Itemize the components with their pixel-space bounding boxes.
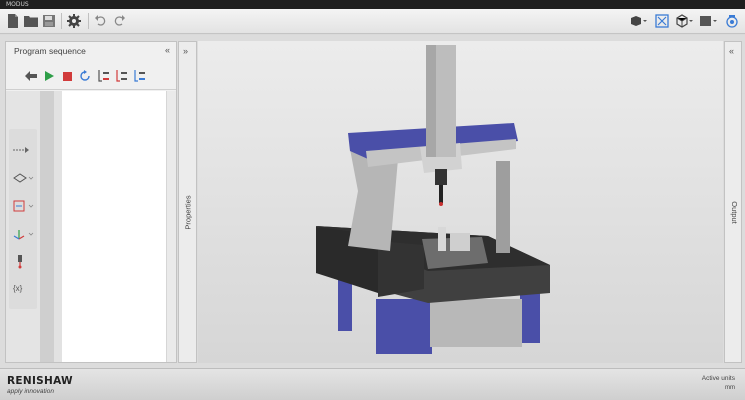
run-play-icon[interactable]: [42, 69, 56, 83]
cmm-machine-model: [316, 45, 550, 354]
output-tab[interactable]: Output: [726, 192, 742, 232]
output-panel-strip[interactable]: « Output: [724, 41, 742, 363]
workspace: Program sequence « {x} » Properties « Ou…: [0, 35, 745, 368]
logo-tagline: apply innovation: [7, 388, 54, 395]
step-outdent-icon[interactable]: [114, 69, 128, 83]
output-label: Output: [729, 200, 739, 224]
probe-stylus: [439, 185, 443, 203]
toolbar-separator: [88, 13, 89, 29]
sequence-scrollbar[interactable]: [166, 91, 176, 362]
zoom-fit-icon[interactable]: [652, 12, 672, 30]
move-icon[interactable]: [13, 143, 35, 157]
camera-icon[interactable]: [722, 12, 742, 30]
workpiece: [438, 227, 446, 251]
render-mode-icon[interactable]: [628, 12, 650, 30]
toolbar-separator: [61, 13, 62, 29]
main-toolbar: [0, 9, 745, 34]
machine-leg-right: [520, 293, 540, 343]
display-mode-icon[interactable]: [698, 12, 720, 30]
command-palette: {x}: [9, 129, 37, 309]
expand-properties-button[interactable]: »: [183, 46, 188, 56]
window-titlebar: MODUS: [0, 0, 745, 9]
fold-gutter: [54, 91, 62, 362]
bridge-pillar-right: [496, 161, 510, 253]
active-units-label: Active units: [701, 375, 735, 382]
new-file-icon[interactable]: [4, 12, 22, 30]
stop-icon[interactable]: [60, 69, 74, 83]
save-icon[interactable]: [40, 12, 58, 30]
machine-leg-front-left: [338, 276, 352, 331]
properties-label: Properties: [183, 194, 193, 230]
workpiece-block: [450, 233, 470, 251]
undo-icon[interactable]: [92, 12, 110, 30]
view-cube-icon[interactable]: [674, 12, 696, 30]
machine-leg-front: [376, 299, 432, 354]
redo-icon[interactable]: [110, 12, 128, 30]
probe-tip: [439, 202, 443, 206]
measure-icon[interactable]: [13, 199, 35, 213]
collapse-panel-button[interactable]: «: [165, 45, 170, 55]
3d-viewport[interactable]: [198, 41, 723, 363]
back-arrow-icon[interactable]: [24, 69, 38, 83]
sequence-toolbar: [6, 62, 176, 90]
settings-gear-icon[interactable]: [65, 12, 83, 30]
open-folder-icon[interactable]: [22, 12, 40, 30]
machine-base-front: [430, 299, 522, 347]
properties-panel-strip[interactable]: » Properties: [178, 41, 197, 363]
step-indent-icon[interactable]: [96, 69, 110, 83]
sequence-tree-area: {x}: [6, 91, 176, 362]
step-list-icon[interactable]: [132, 69, 146, 83]
z-column-side: [426, 45, 436, 157]
axis-icon[interactable]: [13, 227, 35, 241]
sequence-editor[interactable]: [62, 91, 166, 362]
renishaw-logo: RENISHAW: [7, 375, 73, 387]
program-sequence-header: Program sequence «: [6, 42, 176, 60]
probe-head: [435, 169, 447, 185]
line-number-gutter: [40, 91, 54, 362]
expand-output-button[interactable]: «: [729, 46, 734, 56]
panel-title: Program sequence: [14, 46, 86, 56]
status-bar: RENISHAW apply innovation Active units m…: [0, 368, 745, 400]
probe-icon[interactable]: [13, 255, 35, 269]
variable-icon[interactable]: {x}: [13, 281, 35, 295]
window-title: MODUS: [6, 1, 29, 8]
active-units-value: mm: [725, 385, 735, 391]
feature-icon[interactable]: [13, 171, 35, 185]
program-sequence-panel: Program sequence « {x}: [5, 41, 177, 363]
properties-tab[interactable]: Properties: [180, 192, 196, 232]
refresh-icon[interactable]: [78, 69, 92, 83]
